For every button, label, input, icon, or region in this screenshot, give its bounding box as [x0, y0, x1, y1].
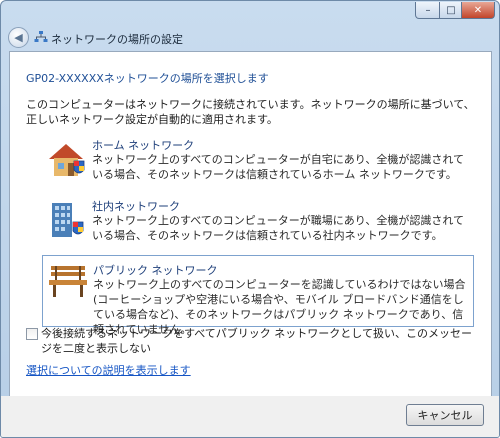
park-bench-icon	[49, 266, 87, 297]
option-home-network[interactable]: ホーム ネットワーク ネットワーク上のすべてのコンピューターが自宅にあり、全機が…	[42, 135, 474, 189]
maximize-button[interactable]: □	[439, 2, 463, 19]
navigation-bar: ◀ ネットワークの場所の設定	[1, 23, 499, 51]
option-description: ネットワーク上のすべてのコンピューターが自宅にあり、全機が認識されている場合、そ…	[92, 153, 465, 181]
option-title: 社内ネットワーク	[92, 200, 180, 213]
back-arrow-icon: ◀	[14, 31, 23, 44]
option-title: ホーム ネットワーク	[92, 139, 195, 152]
house-icon	[49, 144, 85, 176]
back-button[interactable]: ◀	[8, 27, 29, 48]
help-link[interactable]: 選択についての説明を表示します	[26, 362, 191, 378]
window-title: ネットワークの場所の設定	[51, 33, 183, 46]
cancel-button[interactable]: キャンセル	[406, 404, 484, 426]
office-building-icon	[52, 203, 84, 237]
always-public-checkbox[interactable]	[26, 328, 38, 340]
description-text: このコンピューターはネットワークに接続されています。ネットワークの場所に基づいて…	[26, 98, 475, 126]
option-work-network[interactable]: 社内ネットワーク ネットワーク上のすべてのコンピューターが職場にあり、全機が認識…	[42, 196, 474, 250]
minimize-button[interactable]: –	[415, 2, 441, 19]
option-description: ネットワーク上のすべてのコンピューターが職場にあり、全機が認識されている場合、そ…	[92, 214, 465, 242]
network-icon	[34, 31, 48, 42]
option-title: パブリック ネットワーク	[93, 264, 218, 277]
checkbox-label[interactable]: 今後接続するネットワークをすべてパブリック ネットワークとして扱い、このメッセー…	[41, 326, 481, 356]
main-heading: GP02-XXXXXXネットワークの場所を選択します	[26, 72, 269, 85]
option-public-network[interactable]: パブリック ネットワーク ネットワーク上のすべてのコンピューターを認識しているわ…	[42, 255, 474, 336]
title-bar: – □ ✕	[1, 1, 499, 23]
close-button[interactable]: ✕	[461, 2, 495, 19]
